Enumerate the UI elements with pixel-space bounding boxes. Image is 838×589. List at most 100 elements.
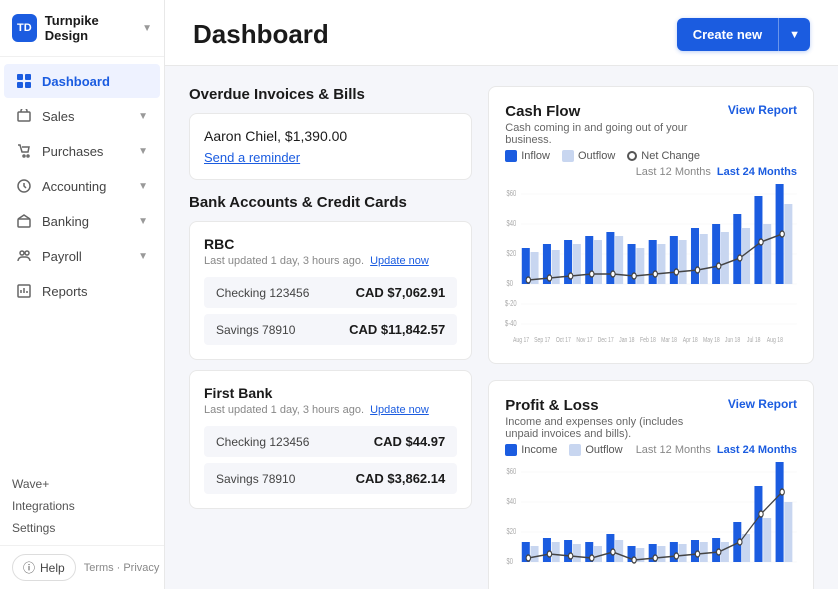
update-now-link-rbc[interactable]: Update now: [370, 255, 429, 267]
svg-text:Aug 18: Aug 18: [767, 336, 784, 344]
main-header: Dashboard Create new ▼: [165, 0, 838, 66]
sidebar-item-label: Accounting: [42, 179, 128, 194]
pl-legend-income: Income: [505, 444, 557, 456]
terms-link[interactable]: Terms: [84, 562, 114, 574]
profit-loss-view-report-link[interactable]: View Report: [728, 397, 797, 411]
svg-text:$40: $40: [507, 498, 517, 506]
sidebar-item-sales[interactable]: Sales ▼: [4, 99, 160, 133]
cashflow-title: Cash Flow: [505, 103, 718, 120]
svg-text:Apr 18: Apr 18: [683, 336, 699, 344]
cashflow-time-12m[interactable]: Last 12 Months: [636, 166, 711, 178]
profit-loss-chart: $60 $40 $20 $0: [505, 462, 797, 589]
footer-links: Terms · Privacy: [84, 562, 160, 574]
pl-time-12m[interactable]: Last 12 Months: [636, 444, 711, 456]
sidebar-footer: ⓘ Help Terms · Privacy: [0, 545, 164, 589]
help-label: Help: [40, 561, 65, 575]
sidebar-item-label: Sales: [42, 109, 128, 124]
bank-card-firstbank: First Bank Last updated 1 day, 3 hours a…: [189, 370, 472, 509]
bank-updated-rbc: Last updated 1 day, 3 hours ago. Update …: [204, 255, 457, 267]
sales-icon: [16, 108, 32, 124]
svg-text:$20: $20: [507, 528, 517, 536]
account-balance: CAD $7,062.91: [356, 285, 446, 300]
sidebar-item-reports[interactable]: Reports: [4, 274, 160, 308]
update-now-link-firstbank[interactable]: Update now: [370, 404, 429, 416]
account-name: Checking 123456: [216, 286, 309, 300]
content-grid: Overdue Invoices & Bills Aaron Chiel, $1…: [165, 66, 838, 589]
sidebar-item-accounting[interactable]: Accounting ▼: [4, 169, 160, 203]
svg-text:Dec 17: Dec 17: [598, 336, 615, 344]
account-row-checking-rbc[interactable]: Checking 123456 CAD $7,062.91: [204, 277, 457, 308]
account-name: Savings 78910: [216, 323, 295, 337]
cashflow-time-24m[interactable]: Last 24 Months: [717, 166, 797, 178]
svg-text:Jan 18: Jan 18: [619, 336, 635, 344]
create-new-button[interactable]: Create new: [677, 18, 778, 51]
profit-loss-section: Profit & Loss Income and expenses only (…: [488, 380, 814, 589]
account-row-savings-rbc[interactable]: Savings 78910 CAD $11,842.57: [204, 314, 457, 345]
purchases-icon: [16, 143, 32, 159]
sidebar-logo[interactable]: TD Turnpike Design ▼: [0, 0, 164, 57]
sidebar-item-purchases[interactable]: Purchases ▼: [4, 134, 160, 168]
overdue-card: Aaron Chiel, $1,390.00 Send a reminder: [189, 113, 472, 180]
separator: ·: [117, 562, 121, 574]
right-column: Cash Flow Cash coming in and going out o…: [488, 86, 814, 589]
logo-icon: TD: [12, 14, 37, 42]
dashboard-icon: [16, 73, 32, 89]
svg-text:May 18: May 18: [703, 336, 720, 344]
cashflow-view-report-link[interactable]: View Report: [728, 103, 797, 117]
account-balance: CAD $3,862.14: [356, 471, 446, 486]
sales-chevron-icon: ▼: [138, 111, 148, 122]
svg-text:$40: $40: [507, 220, 517, 228]
payroll-icon: [16, 248, 32, 264]
logo-chevron-icon: ▼: [142, 23, 152, 34]
banking-chevron-icon: ▼: [138, 216, 148, 227]
sidebar-item-dashboard[interactable]: Dashboard: [4, 64, 160, 98]
sidebar-item-payroll[interactable]: Payroll ▼: [4, 239, 160, 273]
overdue-name: Aaron Chiel, $1,390.00: [204, 128, 457, 144]
sidebar-item-label: Purchases: [42, 144, 128, 159]
sidebar-item-integrations[interactable]: Integrations: [12, 495, 152, 517]
cashflow-chart: $60 $40 $20 $0 $-20 $-40: [505, 184, 797, 347]
svg-text:Feb 18: Feb 18: [640, 336, 656, 344]
svg-text:$0: $0: [507, 558, 514, 566]
cashflow-legend-net: Net Change: [627, 150, 700, 162]
svg-text:$0: $0: [507, 280, 514, 288]
svg-text:Jun 18: Jun 18: [725, 336, 741, 344]
sidebar-item-banking[interactable]: Banking ▼: [4, 204, 160, 238]
help-circle-icon: ⓘ: [23, 559, 35, 576]
profit-loss-title: Profit & Loss: [505, 397, 718, 414]
bank-accounts-section: Bank Accounts & Credit Cards RBC Last up…: [189, 194, 472, 509]
help-button[interactable]: ⓘ Help: [12, 554, 76, 581]
svg-text:Oct 17: Oct 17: [556, 336, 571, 344]
bank-updated-firstbank: Last updated 1 day, 3 hours ago. Update …: [204, 404, 457, 416]
create-new-dropdown-button[interactable]: ▼: [778, 18, 810, 51]
logo-text: Turnpike Design: [45, 13, 134, 43]
send-reminder-link[interactable]: Send a reminder: [204, 150, 300, 165]
svg-text:$60: $60: [507, 190, 517, 198]
banking-icon: [16, 213, 32, 229]
cashflow-legend-outflow: Outflow: [562, 150, 615, 162]
accounting-chevron-icon: ▼: [138, 181, 148, 192]
account-balance: CAD $44.97: [374, 434, 446, 449]
cashflow-subtitle: Cash coming in and going out of your bus…: [505, 122, 718, 146]
bank-name-rbc: RBC: [204, 236, 457, 252]
accounting-icon: [16, 178, 32, 194]
sidebar-item-wave-plus[interactable]: Wave+: [12, 473, 152, 495]
svg-text:$-20: $-20: [505, 300, 517, 308]
pl-time-24m[interactable]: Last 24 Months: [717, 444, 797, 456]
svg-text:Jul 18: Jul 18: [747, 336, 761, 344]
privacy-link[interactable]: Privacy: [123, 562, 159, 574]
sidebar-item-label: Dashboard: [42, 74, 110, 89]
reports-icon: [16, 283, 32, 299]
sidebar-bottom-links: Wave+ Integrations Settings: [0, 467, 164, 545]
purchases-chevron-icon: ▼: [138, 146, 148, 157]
account-row-savings-firstbank[interactable]: Savings 78910 CAD $3,862.14: [204, 463, 457, 494]
svg-text:Nov 17: Nov 17: [577, 336, 594, 344]
account-row-checking-firstbank[interactable]: Checking 123456 CAD $44.97: [204, 426, 457, 457]
sidebar-item-settings[interactable]: Settings: [12, 517, 152, 539]
account-balance: CAD $11,842.57: [349, 322, 445, 337]
svg-text:Mar 18: Mar 18: [661, 336, 677, 344]
svg-text:$-40: $-40: [505, 320, 517, 328]
bank-card-rbc: RBC Last updated 1 day, 3 hours ago. Upd…: [189, 221, 472, 360]
bank-name-firstbank: First Bank: [204, 385, 457, 401]
pl-legend-outflow: Outflow: [569, 444, 622, 456]
